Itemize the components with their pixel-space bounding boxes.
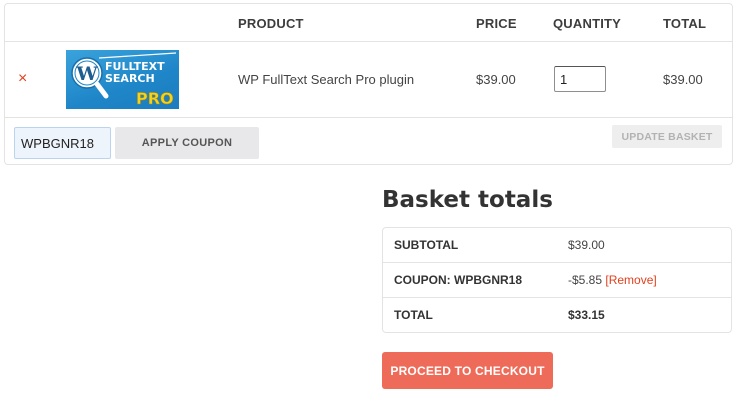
quantity-input[interactable]: [554, 66, 606, 92]
apply-coupon-button[interactable]: APPLY COUPON: [115, 127, 259, 159]
subtotal-row: SUBTOTAL $39.00: [383, 228, 731, 263]
coupon-row: APPLY COUPON UPDATE BASKET: [5, 118, 732, 165]
remove-coupon-link[interactable]: [Remove]: [605, 273, 656, 287]
update-basket-button[interactable]: UPDATE BASKET: [612, 125, 722, 148]
header-price: PRICE: [476, 16, 517, 31]
logo-letter: W: [75, 63, 98, 85]
header-total: TOTAL: [663, 16, 707, 31]
coupon-discount-row: COUPON: WPBGNR18 -$5.85 [Remove]: [383, 263, 731, 298]
line-total: $39.00: [663, 72, 703, 87]
logo-line3: PRO: [136, 89, 174, 108]
basket-totals-heading: Basket totals: [382, 187, 553, 213]
product-name-link[interactable]: WP FullText Search Pro plugin: [238, 72, 414, 87]
total-row: TOTAL $33.15: [383, 298, 731, 333]
cart-item-row: × W FULLTEXT SEARCH PRO WP FullText Sear…: [5, 42, 732, 118]
fulltext-search-logo: W FULLTEXT SEARCH PRO: [71, 52, 177, 108]
cart-table: PRODUCT PRICE QUANTITY TOTAL × W FULLTEX…: [4, 3, 733, 165]
coupon-code-input[interactable]: [14, 127, 111, 159]
product-thumbnail[interactable]: W FULLTEXT SEARCH PRO: [66, 50, 179, 109]
product-price: $39.00: [476, 72, 516, 87]
coupon-discount-cell: -$5.85 [Remove]: [568, 273, 657, 287]
coupon-label: COUPON: WPBGNR18: [394, 273, 523, 287]
remove-item-icon[interactable]: ×: [18, 71, 27, 87]
cart-header-row: PRODUCT PRICE QUANTITY TOTAL: [5, 4, 732, 42]
subtotal-value: $39.00: [568, 238, 605, 252]
total-label: TOTAL: [394, 308, 433, 322]
header-quantity: QUANTITY: [553, 16, 622, 31]
logo-line2: SEARCH: [105, 72, 155, 85]
coupon-discount-value: -$5.85: [568, 273, 603, 287]
subtotal-label: SUBTOTAL: [394, 238, 459, 252]
total-value: $33.15: [568, 308, 605, 322]
proceed-to-checkout-button[interactable]: PROCEED TO CHECKOUT: [382, 352, 553, 389]
header-product: PRODUCT: [238, 16, 304, 31]
basket-totals-table: SUBTOTAL $39.00 COUPON: WPBGNR18 -$5.85 …: [382, 227, 732, 333]
